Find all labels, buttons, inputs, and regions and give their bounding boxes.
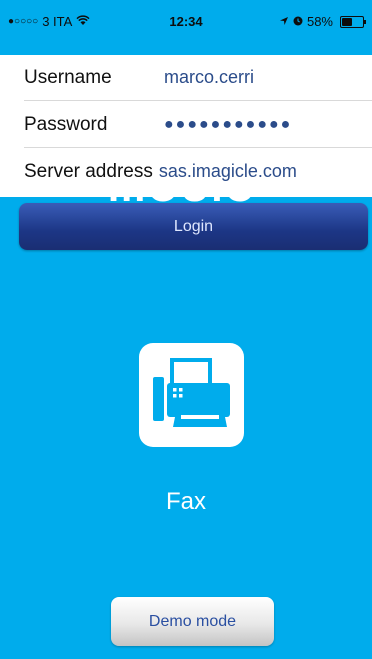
username-label: Username [24, 66, 112, 88]
username-row[interactable]: Username marco.cerri [24, 55, 372, 101]
login-button[interactable]: Login [19, 203, 368, 250]
server-address-label: Server address [24, 160, 153, 182]
fax-machine-icon [153, 358, 230, 427]
status-bar: ●○○○○ 3 ITA 12:34 58% [0, 0, 372, 47]
alarm-icon [293, 14, 303, 29]
server-address-field[interactable]: sas.imagicle.com [159, 161, 297, 182]
username-field[interactable]: marco.cerri [164, 67, 254, 88]
fax-app-tile[interactable] [139, 343, 244, 447]
server-row[interactable]: Server address sas.imagicle.com [24, 149, 372, 194]
location-arrow-icon [279, 14, 289, 29]
password-row[interactable]: Password ●●●●●●●●●●● [24, 102, 372, 148]
battery-percent: 58% [306, 14, 333, 29]
password-label: Password [24, 113, 108, 135]
demo-mode-button[interactable]: Demo mode [111, 597, 274, 646]
battery-tip [364, 19, 366, 24]
password-field[interactable]: ●●●●●●●●●●● [164, 116, 292, 134]
login-form: Username marco.cerri Password ●●●●●●●●●●… [0, 55, 372, 197]
battery-icon [340, 15, 366, 28]
fax-label: Fax [165, 488, 206, 515]
status-right: 58% [279, 14, 366, 29]
battery-fill [342, 17, 352, 26]
